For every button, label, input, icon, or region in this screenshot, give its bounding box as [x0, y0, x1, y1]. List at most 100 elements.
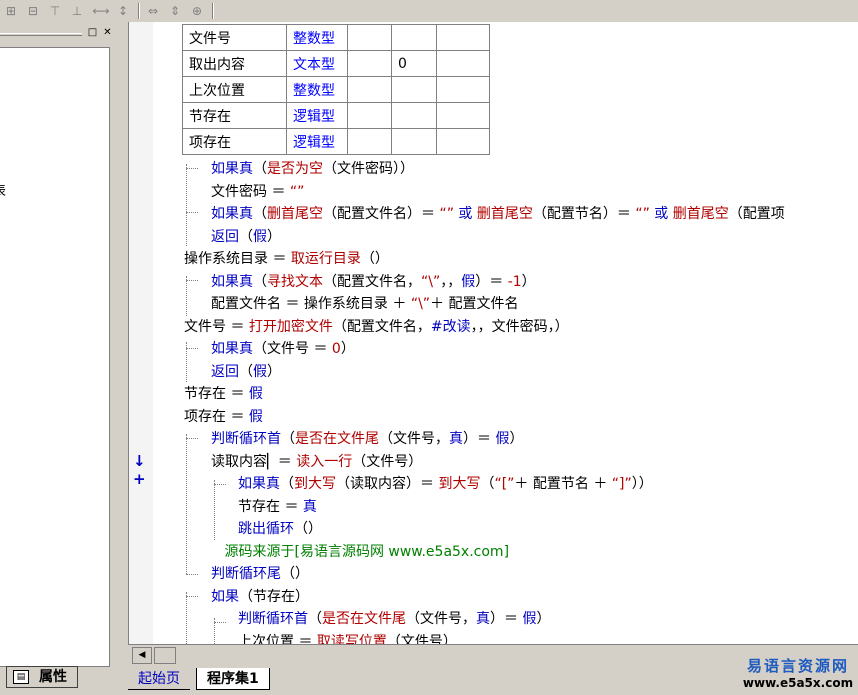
code-line[interactable]: 判断循环首（是否在文件尾（文件号，真）＝ 假）	[238, 608, 550, 630]
panel-grip[interactable]	[0, 33, 82, 36]
code-token: 节存在 ＝	[184, 386, 249, 402]
same-size-icon[interactable]: ⊕	[188, 2, 206, 20]
code-line[interactable]: 节存在 ＝ 假	[184, 383, 263, 405]
code-token: 如果真	[238, 476, 280, 492]
align-top-icon[interactable]: ⊤	[46, 2, 64, 20]
left-panel-content[interactable]: 表	[0, 47, 110, 667]
code-line[interactable]: 上次位置 ＝ 取读写位置（文件号）	[238, 631, 457, 645]
code-token: 如果真	[211, 161, 253, 177]
code-line[interactable]: 如果真（是否为空（文件密码））	[211, 158, 414, 180]
same-height-icon[interactable]: ⇕	[166, 2, 184, 20]
variable-cell[interactable]	[436, 102, 490, 129]
code-token: 文件号 ＝	[184, 318, 249, 335]
restore-icon[interactable]: □	[86, 27, 99, 40]
variable-cell[interactable]	[347, 50, 392, 77]
code-token: ＋ 配置文件名	[430, 296, 519, 312]
variable-cell[interactable]: 节存在	[182, 102, 287, 129]
code-token: ）	[536, 611, 551, 627]
code-line[interactable]: 返回（假）	[211, 226, 281, 248]
align-middle-icon[interactable]: ⊥	[68, 2, 86, 20]
align-left-icon[interactable]: ⊞	[2, 2, 20, 20]
tab-program-set-1[interactable]: 程序集1	[196, 668, 270, 690]
variable-cell[interactable]	[391, 24, 437, 51]
same-width-icon[interactable]: ⇔	[144, 2, 162, 20]
scroll-thumb[interactable]	[154, 647, 176, 664]
code-line[interactable]: 如果真（到大写（读取内容）＝ 到大写（“[”＋ 配置节名 ＋ “]”））	[238, 473, 653, 495]
variable-cell[interactable]: 逻辑型	[286, 128, 348, 155]
variable-cell[interactable]: 取出内容	[182, 50, 287, 77]
variable-cell[interactable]: 整数型	[286, 76, 348, 103]
variable-cell[interactable]: 文本型	[286, 50, 348, 77]
code-line[interactable]: 操作系统目录 ＝ 取运行目录（）	[184, 248, 389, 270]
variable-cell[interactable]: 整数型	[286, 24, 348, 51]
breakpoint-marks[interactable]: ↓ +	[133, 452, 153, 488]
code-token: （文件号，	[379, 431, 449, 447]
code-line[interactable]: 如果真（删首尾空（配置文件名）＝ “” 或 删首尾空（配置节名）＝ “” 或 删…	[211, 203, 785, 225]
code-token: 节存在 ＝	[238, 498, 303, 515]
left-panel-titlebar[interactable]: □ ✕	[0, 26, 118, 42]
code-line[interactable]: 节存在 ＝ 真	[238, 496, 317, 518]
code-line[interactable]: 判断循环尾（）	[211, 563, 309, 585]
variable-row[interactable]: 文件号 整数型	[182, 24, 490, 51]
variable-cell[interactable]	[391, 128, 437, 155]
code-line[interactable]: 文件号 ＝ 打开加密文件（配置文件名，#改读，，文件密码，）	[184, 316, 569, 338]
code-token: 假	[248, 386, 263, 402]
close-icon[interactable]: ✕	[101, 27, 114, 40]
code-token: ，，文件密码，）	[470, 318, 569, 335]
variable-cell[interactable]	[347, 102, 392, 129]
code-token: ＋ 配置节名 ＋	[514, 476, 612, 492]
code-token: 如果真	[211, 273, 253, 290]
variable-row[interactable]: 项存在 逻辑型	[182, 128, 490, 155]
code-line[interactable]: 判断循环首（是否在文件尾（文件号，真）＝ 假）	[211, 428, 523, 450]
code-line[interactable]: 文件密码 ＝ “”	[211, 181, 304, 203]
code-line[interactable]: 如果真（文件号 ＝ 0）	[211, 338, 355, 360]
code-token: （	[253, 273, 267, 290]
code-token: 真	[449, 431, 463, 447]
code-token: （文件号 ＝	[253, 341, 332, 357]
code-line[interactable]: 如果真（寻找文本（配置文件名，“\”，，假）＝ -1）	[211, 271, 536, 293]
code-token: 读取内容	[211, 453, 267, 470]
variable-cell[interactable]	[436, 50, 490, 77]
code-token: 假	[495, 431, 510, 447]
code-editor[interactable]: ↓ + 文件号 整数型 取出内容 文本型 0 上次位置 整数型 节存在 逻辑型 项存在 逻辑型 如果…	[128, 22, 858, 644]
variable-cell[interactable]: 0	[391, 50, 437, 77]
variable-cell[interactable]	[391, 102, 437, 129]
code-line[interactable]: 返回（假）	[211, 361, 281, 383]
properties-tab[interactable]: ▤ 属性	[6, 666, 78, 688]
code-line[interactable]: 读取内容▏＝ 读入一行（文件号）	[211, 451, 422, 473]
variable-cell[interactable]	[347, 24, 392, 51]
vspace-icon[interactable]: ↕	[114, 2, 132, 20]
variable-row[interactable]: 上次位置 整数型	[182, 76, 490, 103]
scroll-left-icon[interactable]: ◀	[132, 647, 152, 664]
code-token: 取读写位置	[316, 633, 387, 645]
code-line[interactable]: 跳出循环（）	[238, 518, 322, 540]
variable-cell[interactable]	[436, 128, 490, 155]
variable-cell[interactable]	[347, 76, 392, 103]
code-token: -1	[507, 273, 522, 290]
variable-cell[interactable]	[347, 128, 392, 155]
tab-start-page[interactable]: 起始页	[128, 668, 190, 690]
code-token: （配置项	[728, 206, 785, 222]
code-token: ））	[631, 476, 653, 492]
code-line[interactable]: 配置文件名 ＝ 操作系统目录 ＋ “\”＋ 配置文件名	[211, 293, 519, 315]
variable-cell[interactable]	[436, 76, 490, 103]
code-line[interactable]: 源码来源于[易语言源码网 www.e5a5x.com]	[225, 541, 510, 563]
code-token: 是否在文件尾	[322, 611, 406, 627]
code-token: 删首尾空	[672, 206, 729, 222]
site-watermark: 易语言资源网 www.e5a5x.com	[738, 655, 858, 695]
code-line[interactable]: 项存在 ＝ 假	[184, 406, 263, 428]
variable-cell[interactable]: 逻辑型	[286, 102, 348, 129]
variable-cell[interactable]: 项存在	[182, 128, 287, 155]
code-token: （	[239, 363, 253, 380]
hspace-icon[interactable]: ⟷	[92, 2, 110, 20]
code-token: 读入一行	[296, 453, 353, 470]
variable-row[interactable]: 节存在 逻辑型	[182, 102, 490, 129]
align-center-icon[interactable]: ⊟	[24, 2, 42, 20]
variable-cell[interactable]	[391, 76, 437, 103]
variable-cell[interactable]: 文件号	[182, 24, 287, 51]
code-line[interactable]: 如果（节存在）	[211, 586, 309, 608]
variable-cell[interactable]: 上次位置	[182, 76, 287, 103]
code-token: ）＝	[490, 611, 523, 627]
variable-row[interactable]: 取出内容 文本型 0	[182, 50, 490, 77]
variable-cell[interactable]	[436, 24, 490, 51]
